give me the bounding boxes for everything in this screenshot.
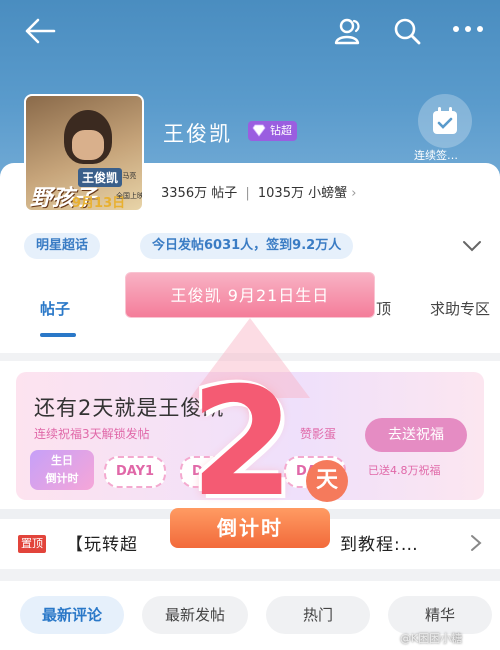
topic-poster-image[interactable]: |马亮 王俊凯 野孩子 9月13日 全国上映 — [24, 94, 144, 212]
today-stats-pill[interactable]: 今日发帖6031人，签到9.2万人 — [140, 233, 354, 259]
birthday-countdown-logo: 生日 倒计时 — [30, 450, 94, 490]
user-group-icon[interactable] — [332, 16, 364, 46]
section-divider-2 — [0, 569, 500, 581]
checkin-button[interactable] — [418, 94, 472, 148]
topic-stats[interactable]: 3356万 帖子 | 1035万 小螃蟹 › — [161, 182, 356, 201]
more-options-icon[interactable] — [452, 24, 484, 34]
sort-latest-posts[interactable]: 最新发帖 — [142, 596, 248, 634]
sort-featured[interactable]: 精华 — [388, 596, 492, 634]
stats-separator: | — [245, 186, 250, 201]
birthday-banner[interactable]: 王俊凯 9月21日生日 — [125, 272, 375, 318]
sort-hot[interactable]: 热门 — [266, 596, 370, 634]
chevron-right-icon[interactable] — [470, 534, 482, 552]
countdown-number: 2 — [190, 356, 295, 530]
poster-role: |马亮 — [120, 172, 137, 180]
super-topic-name: 王俊凯 — [163, 122, 232, 146]
calendar-check-icon — [433, 107, 457, 134]
active-tab-indicator — [40, 333, 76, 337]
back-arrow-icon[interactable] — [24, 18, 56, 44]
badge-label: 钻超 — [270, 124, 292, 137]
countdown-ribbon: 倒计时 — [170, 508, 330, 548]
pinned-title-start: 【玩转超 — [66, 535, 138, 555]
countdown-big-number: 2 — [190, 356, 320, 530]
checkin-label: 连续签… — [414, 149, 458, 162]
search-icon[interactable] — [392, 16, 422, 46]
wishes-sent-count: 已送4.8万祝福 — [368, 464, 441, 477]
poster-release: 全国上映 — [116, 192, 144, 200]
diamond-super-badge[interactable]: 钻超 — [248, 121, 297, 141]
watermark: @K困困小糖 — [400, 632, 463, 645]
pinned-tag: 置顶 — [18, 535, 46, 553]
day-1-chip[interactable]: DAY1 — [104, 456, 167, 488]
countdown-unit: 天 — [306, 460, 348, 502]
tab-posts[interactable]: 帖子 — [40, 298, 70, 319]
logo-line-2: 倒计时 — [45, 472, 79, 485]
post-count: 3356万 帖子 — [161, 186, 238, 201]
fan-count: 1035万 小螃蟹 — [257, 186, 348, 201]
sort-latest-comments[interactable]: 最新评论 — [20, 596, 124, 634]
poster-figure-face — [72, 130, 104, 160]
tab-top[interactable]: 顶 — [376, 298, 391, 319]
stats-chevron-icon: › — [351, 186, 357, 201]
tab-help[interactable]: 求助专区 — [430, 298, 490, 319]
top-bar — [0, 10, 500, 54]
logo-line-1: 生日 — [51, 454, 73, 467]
chevron-down-icon[interactable] — [462, 240, 482, 252]
countdown-subtitle: 连续祝福3天解锁发帖 — [34, 427, 150, 441]
diamond-icon — [252, 124, 266, 137]
pinned-title-end: 到教程:… — [340, 535, 419, 555]
category-pill[interactable]: 明星超话 — [24, 233, 101, 259]
send-wishes-button[interactable]: 去送祝福 — [365, 418, 467, 452]
